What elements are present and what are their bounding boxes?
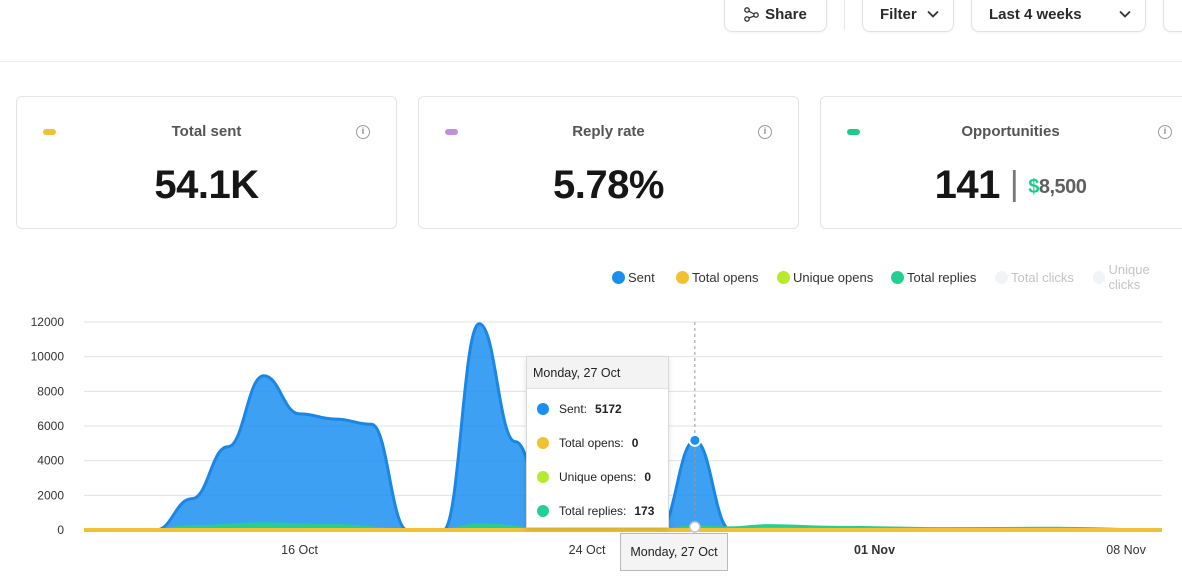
info-icon[interactable]: i — [758, 125, 772, 139]
y-tick-label: 2000 — [37, 488, 64, 502]
more-button[interactable] — [1163, 0, 1182, 32]
legend-item-unique-opens[interactable]: Unique opens — [777, 268, 873, 286]
legend-dot — [612, 270, 625, 284]
y-axis: 0 2000 4000 6000 8000 10000 12000 — [31, 315, 65, 537]
tooltip-value: 5172 — [595, 402, 622, 416]
filter-label: Filter — [880, 5, 917, 23]
card-title: Reply rate — [572, 123, 645, 140]
tooltip-label: Total replies: — [559, 504, 627, 518]
legend-label: Unique opens — [793, 269, 874, 285]
legend-dot — [1093, 270, 1106, 284]
legend-item-total-clicks[interactable]: Total clicks — [995, 268, 1074, 286]
value-separator: | — [1009, 165, 1019, 203]
legend-label: Total clicks — [1011, 269, 1074, 285]
tooltip-value: 0 — [644, 470, 652, 484]
series-dot — [537, 437, 549, 449]
tooltip-value: 173 — [634, 504, 655, 518]
legend-item-total-opens[interactable]: Total opens — [676, 268, 759, 286]
legend-label: Total replies — [907, 269, 977, 285]
legend-label: Total opens — [692, 269, 759, 285]
info-icon[interactable]: i — [1158, 125, 1172, 139]
date-range-label: Last 4 weeks — [989, 5, 1082, 23]
x-axis-hover-label: Monday, 27 Oct — [620, 533, 728, 571]
amount-value: 8,500 — [1038, 176, 1087, 198]
date-range-select[interactable]: Last 4 weeks — [971, 0, 1146, 32]
share-icon — [744, 6, 759, 22]
legend-dot — [676, 270, 689, 284]
legend-label: Sent — [628, 269, 655, 285]
y-tick-label: 10000 — [31, 350, 65, 364]
hover-point-sent — [688, 433, 702, 447]
total-sent-card: Total sent i 54.1K — [16, 96, 397, 229]
card-title: Opportunities — [961, 123, 1060, 140]
x-tick-label: 16 Oct — [281, 543, 318, 557]
tooltip-row-total-opens: Total opens: 0 — [537, 436, 638, 450]
card-title: Total sent — [171, 123, 242, 140]
y-tick-label: 6000 — [37, 419, 64, 433]
legend-item-unique-clicks[interactable]: Unique clicks — [1093, 262, 1182, 292]
total-sent-value: 54.1K — [154, 163, 259, 207]
toolbar-divider — [844, 0, 845, 30]
legend-item-total-replies[interactable]: Total replies — [891, 268, 976, 286]
x-tick-label: 08 Nov — [1106, 543, 1146, 557]
series-dot — [537, 471, 549, 483]
top-toolbar: Share Filter Last 4 weeks — [0, 0, 1182, 62]
chevron-down-icon — [1119, 10, 1131, 18]
y-tick-label: 12000 — [31, 315, 65, 329]
series-dot — [537, 403, 549, 415]
legend-dot — [891, 270, 904, 284]
tooltip-value: 0 — [631, 436, 639, 450]
chart-tooltip: Monday, 27 Oct Sent: 5172 Total opens: 0… — [526, 356, 669, 528]
tooltip-row-total-replies: Total replies: 173 — [537, 504, 654, 518]
tooltip-row-unique-opens: Unique opens: 0 — [537, 470, 651, 484]
tooltip-label: Unique opens: — [559, 470, 637, 484]
legend-dot — [777, 270, 790, 284]
x-tick-label: 24 Oct — [569, 543, 606, 557]
info-icon[interactable]: i — [356, 125, 370, 139]
legend-dot — [995, 270, 1008, 284]
y-tick-label: 8000 — [37, 384, 64, 398]
legend-label: Unique clicks — [1108, 262, 1150, 292]
opportunities-card: Opportunities i 141 | $8,500 — [820, 96, 1182, 229]
tooltip-date: Monday, 27 Oct — [527, 357, 668, 389]
hover-point-base — [689, 521, 701, 533]
currency-symbol: $ — [1028, 176, 1039, 198]
y-tick-label: 0 — [57, 523, 64, 537]
x-tick-label: 01 Nov — [854, 543, 895, 557]
opportunities-count: 141 — [934, 163, 1001, 207]
tooltip-label: Sent: — [559, 402, 588, 416]
opportunities-amount: $8,500 — [1028, 176, 1087, 198]
tooltip-row-sent: Sent: 5172 — [537, 402, 622, 416]
reply-rate-card: Reply rate i 5.78% — [418, 96, 799, 229]
opportunities-value-row: 141 | $8,500 — [821, 163, 1182, 208]
share-button[interactable]: Share — [724, 0, 827, 32]
legend-item-sent[interactable]: Sent — [612, 268, 655, 286]
filter-button[interactable]: Filter — [862, 0, 954, 32]
share-label: Share — [765, 5, 807, 23]
chevron-down-icon — [927, 10, 939, 18]
y-tick-label: 4000 — [37, 454, 64, 468]
tooltip-label: Total opens: — [559, 436, 624, 450]
reply-rate-value: 5.78% — [553, 163, 664, 207]
series-dot — [537, 505, 549, 517]
